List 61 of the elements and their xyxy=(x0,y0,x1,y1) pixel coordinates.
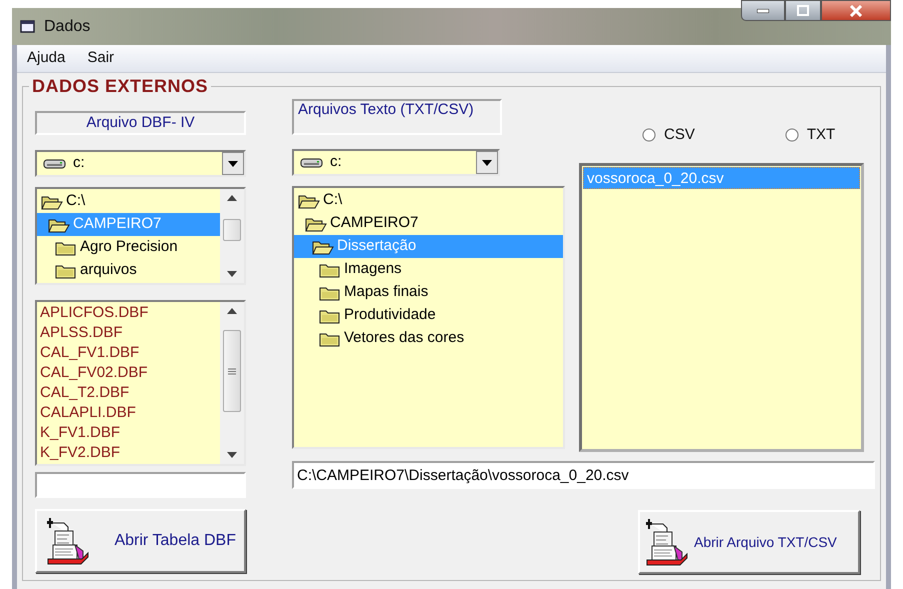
file-item[interactable]: CAL_FV1.DBF xyxy=(40,343,220,363)
open-folder-icon xyxy=(48,216,70,232)
file-item[interactable]: CAL_T2.DBF xyxy=(40,383,220,403)
window-icon xyxy=(20,20,36,34)
drive-icon xyxy=(43,158,67,170)
folder-item[interactable]: CAMPEIRO7 xyxy=(294,212,563,235)
dropdown-arrow-icon xyxy=(228,160,238,166)
dropdown-arrow-icon xyxy=(482,160,492,166)
section-label: Arquivos Texto (TXT/CSV) xyxy=(292,99,502,135)
scroll-up-icon xyxy=(227,308,237,314)
window-title: Dados xyxy=(44,16,90,36)
folder-item[interactable]: Produtividade xyxy=(294,304,563,327)
folder-icon xyxy=(55,240,77,256)
file-name-field[interactable] xyxy=(35,472,246,498)
folder-item[interactable]: Imagens xyxy=(294,258,563,281)
open-button[interactable]: Abrir Tabela DBF xyxy=(35,509,246,573)
file-item[interactable]: APLICFOS.DBF xyxy=(40,303,220,323)
drive-dropdown[interactable]: c: xyxy=(292,149,500,176)
close-button[interactable] xyxy=(821,0,891,21)
maximize-icon xyxy=(797,5,809,16)
folder-item[interactable]: C:\ xyxy=(294,189,563,212)
section-label: Arquivo DBF- IV xyxy=(35,111,246,135)
folder-item[interactable]: arquivos xyxy=(37,259,220,282)
maximize-button[interactable] xyxy=(785,0,821,21)
open-folder-icon xyxy=(298,192,320,208)
close-icon xyxy=(849,4,863,16)
scroll-down-icon xyxy=(227,452,237,458)
folder-item[interactable]: Vetores das cores xyxy=(294,327,563,350)
drive-dropdown[interactable]: c: xyxy=(35,150,246,177)
folder-item[interactable]: Mapas finais xyxy=(294,281,563,304)
menu-item[interactable]: Sair xyxy=(87,47,114,70)
drive-label: c: xyxy=(330,152,343,172)
radio-option[interactable]: CSV xyxy=(642,123,695,147)
grip-icon xyxy=(228,368,236,374)
open-folder-icon xyxy=(305,216,327,232)
menu-item[interactable]: Ajuda xyxy=(27,47,66,70)
folder-icon xyxy=(319,284,341,300)
file-item[interactable]: K_FV1.DBF xyxy=(40,423,220,443)
scrollbar-thumb[interactable] xyxy=(223,219,241,241)
drive-icon xyxy=(300,156,324,168)
minimize-icon xyxy=(757,8,769,12)
file-item[interactable]: CALAPLI.DBF xyxy=(40,403,220,423)
scroll-down-icon xyxy=(227,271,237,277)
file-item[interactable]: K_FV2.DBF xyxy=(40,443,220,463)
open-folder-icon xyxy=(41,194,63,210)
scroll-up-icon xyxy=(227,195,237,201)
file-item[interactable]: APLSS.DBF xyxy=(40,323,220,343)
folder-icon xyxy=(319,308,341,324)
folder-icon xyxy=(319,330,341,346)
folder-icon xyxy=(55,262,77,278)
folder-item[interactable]: C:\ xyxy=(37,190,220,213)
scrollbar-thumb[interactable] xyxy=(223,330,241,412)
open-button[interactable]: Abrir Arquivo TXT/CSV xyxy=(638,510,860,574)
file-item[interactable]: CAL_FV02.DBF xyxy=(40,363,220,383)
minimize-button[interactable] xyxy=(741,0,785,21)
drive-label: c: xyxy=(73,153,86,174)
radio-option[interactable]: TXT xyxy=(784,123,836,147)
folder-icon xyxy=(319,262,341,278)
open-folder-icon xyxy=(312,238,334,254)
path-field[interactable]: C:\CAMPEIRO7\Dissertação\vossoroca_0_20.csv xyxy=(292,461,875,489)
folder-item[interactable]: Agro Precision xyxy=(37,236,220,259)
